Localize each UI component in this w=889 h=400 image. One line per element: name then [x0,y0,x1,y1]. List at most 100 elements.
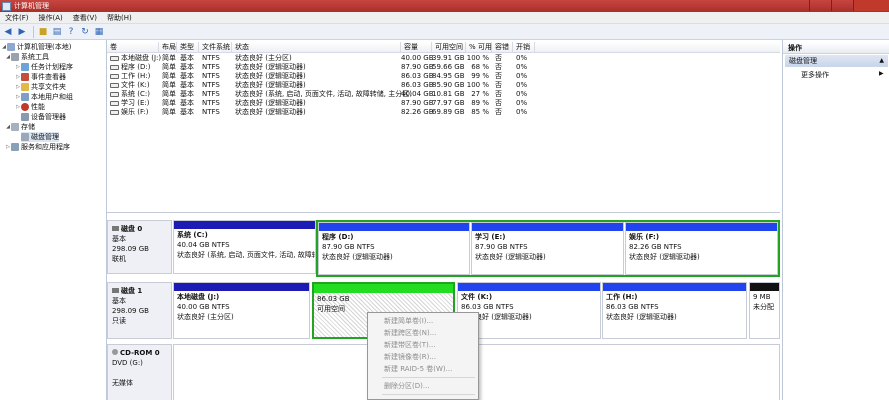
volume-row[interactable]: 本地磁盘 (J:) 简单 基本 NTFS 状态良好 (主分区) 40.00 GB… [107,54,780,63]
refresh-icon[interactable]: ↻ [79,26,91,38]
capacity-cell: 86.03 GB [401,72,434,80]
partition-name: 工作 (H:) [606,293,638,301]
volume-row[interactable]: 工作 (H:) 简单 基本 NTFS 状态良好 (逻辑驱动器) 86.03 GB… [107,72,780,81]
properties-icon[interactable]: ▦ [93,26,105,38]
tree-item-computer-management[interactable]: ◢ 计算机管理(本地) [1,42,71,52]
filesystem-cell: NTFS [202,99,220,107]
free-space-size: 86.03 GB [317,295,350,303]
partition-name: 系统 (C:) [177,231,208,239]
tree-item-storage[interactable]: ◢ 存储 [5,122,35,132]
column-header-capacity[interactable]: 容量 [401,42,432,53]
menu-item-delete-partition[interactable]: 删除分区(D)... [384,380,430,392]
column-header-filesystem[interactable]: 文件系统 [199,42,232,53]
menu-action[interactable]: 操作(A) [34,13,68,23]
volume-row[interactable]: 娱乐 (F:) 简单 基本 NTFS 状态良好 (逻辑驱动器) 82.26 GB… [107,108,780,117]
tree-item-local-users[interactable]: ▷ 本地用户和组 [15,92,73,102]
tree-item-performance[interactable]: ▷ 性能 [15,102,45,112]
unallocated-region[interactable]: 9 MB 未分配 [749,282,780,339]
back-icon[interactable]: ◀ [2,26,14,38]
actions-section-disk-management[interactable]: 磁盘管理 ▲ [785,55,888,67]
capacity-cell: 40.00 GB [401,54,434,62]
overhead-cell: 0% [516,81,528,89]
volume-row[interactable]: 学习 (E:) 简单 基本 NTFS 状态良好 (逻辑驱动器) 87.90 GB… [107,99,780,108]
column-header-overhead[interactable]: 开销 [513,42,535,53]
minimize-button[interactable] [809,0,831,11]
filesystem-cell: NTFS [202,63,220,71]
menu-item-new-spanned-volume[interactable]: 新建跨区卷(N)... [384,327,436,339]
column-header-layout[interactable]: 布局 [159,42,177,53]
tree-item-device-manager[interactable]: 设备管理器 [21,112,66,122]
volume-row[interactable]: 系统 (C:) 简单 基本 NTFS 状态良好 (系统, 启动, 页面文件, 活… [107,90,780,99]
forward-icon[interactable]: ▶ [16,26,28,38]
partition-e[interactable]: 学习 (E:) 87.90 GB NTFS 状态良好 (逻辑驱动器) [471,222,624,275]
menu-item-new-raid5-volume[interactable]: 新建 RAID-5 卷(W)... [384,363,452,375]
show-tree-icon[interactable]: ▤ [51,26,63,38]
volume-name: 娱乐 (F:) [121,108,149,116]
partition-name: 文件 (K:) [461,293,493,301]
cdrom-0-label[interactable]: CD-ROM 0 DVD (G:) 无媒体 [107,344,172,400]
column-header-type[interactable]: 类型 [177,42,199,53]
partition-status: 状态良好 (逻辑驱动器) [629,253,700,261]
menu-item-new-mirrored-volume[interactable]: 新建镜像卷(R)... [384,351,436,363]
partition-name: 本地磁盘 (J:) [177,293,220,301]
disk-0-label[interactable]: 磁盘 0 基本 298.09 GB 联机 [107,220,172,274]
close-button[interactable] [853,0,889,11]
column-header-volume[interactable]: 卷 [107,42,159,53]
disk-1-label[interactable]: 磁盘 1 基本 298.09 GB 只读 [107,282,172,339]
menu-item-new-simple-volume[interactable]: 新建简单卷(I)... [384,315,433,327]
title-bar: 计算机管理 [0,0,889,12]
logical-drive-bar [603,283,746,291]
fault-tolerance-cell: 否 [495,108,502,116]
layout-cell: 简单 [162,90,176,98]
volume-row[interactable]: 程序 (D:) 简单 基本 NTFS 状态良好 (逻辑驱动器) 87.90 GB… [107,63,780,72]
tree-item-services-apps[interactable]: ▷ 服务和应用程序 [5,142,70,152]
partition-j[interactable]: 本地磁盘 (J:) 40.00 GB NTFS 状态良好 (主分区) [173,282,310,339]
cdrom-icon [112,349,118,355]
fault-tolerance-cell: 否 [495,81,502,89]
tree-item-shared-folders[interactable]: ▷ 共享文件夹 [15,82,66,92]
menu-help[interactable]: 帮助(H) [102,13,137,23]
unallocated-bar [750,283,779,291]
tree-item-label: 性能 [31,103,45,111]
partition-c[interactable]: 系统 (C:) 40.04 GB NTFS 状态良好 (系统, 启动, 页面文件, … [173,220,316,274]
cdrom-type: DVD (G:) [112,359,143,367]
menu-view[interactable]: 查看(V) [68,13,102,23]
partition-f[interactable]: 娱乐 (F:) 82.26 GB NTFS 状态良好 (逻辑驱动器) [625,222,778,275]
tree-item-task-scheduler[interactable]: ▷ 任务计划程序 [15,62,73,72]
storage-icon [11,123,19,131]
computer-management-icon [2,1,11,11]
more-actions-item[interactable]: 更多操作 ▶ [801,70,884,80]
status-cell: 状态良好 (主分区) [235,54,292,62]
volume-row[interactable]: 文件 (K:) 简单 基本 NTFS 状态良好 (逻辑驱动器) 86.03 GB… [107,81,780,90]
column-header-percent-free[interactable]: % 可用 [466,42,492,53]
status-cell: 状态良好 (逻辑驱动器) [235,72,306,80]
maximize-button[interactable] [831,0,853,11]
volume-name: 文件 (K:) [121,81,150,89]
menu-file[interactable]: 文件(F) [0,13,34,23]
tree-item-event-viewer[interactable]: ▷ 事件查看器 [15,72,66,82]
tree-item-label: 设备管理器 [31,113,66,121]
tree-item-disk-management[interactable]: 磁盘管理 [21,132,59,142]
volume-list-header: 卷 布局 类型 文件系统 状态 容量 可用空间 % 可用 容错 开销 [107,42,780,53]
fault-tolerance-cell: 否 [495,99,502,107]
help-icon[interactable]: ? [65,26,77,38]
column-header-fault-tolerance[interactable]: 容错 [492,42,513,53]
volume-name: 工作 (H:) [121,72,151,80]
menu-item-new-striped-volume[interactable]: 新建带区卷(T)... [384,339,435,351]
collapse-arrow-icon[interactable]: ▲ [879,55,884,67]
percent-free-cell: 100 % [466,54,489,62]
column-header-free-space[interactable]: 可用空间 [432,42,466,53]
partition-status: 状态良好 (逻辑驱动器) [475,253,546,261]
partition-h[interactable]: 工作 (H:) 86.03 GB NTFS 状态良好 (逻辑驱动器) [602,282,747,339]
tree-item-system-tools[interactable]: ◢ 系统工具 [5,52,49,62]
status-cell: 状态良好 (系统, 启动, 页面文件, 活动, 故障转储, 主分区) [235,90,412,98]
navigation-tree: ◢ 计算机管理(本地) ◢ 系统工具 ▷ 任务计划程序 ▷ 事件查看器 ▷ 共享… [0,40,107,400]
more-actions-label: 更多操作 [801,71,829,79]
capacity-cell: 40.04 GB [401,90,434,98]
layout-cell: 简单 [162,54,176,62]
column-header-status[interactable]: 状态 [232,42,401,53]
cdrom-name-text: CD-ROM 0 [120,349,160,357]
up-folder-icon[interactable]: ■ [37,26,49,38]
tree-item-label: 磁盘管理 [31,133,59,141]
partition-d[interactable]: 程序 (D:) 87.90 GB NTFS 状态良好 (逻辑驱动器) [318,222,470,275]
